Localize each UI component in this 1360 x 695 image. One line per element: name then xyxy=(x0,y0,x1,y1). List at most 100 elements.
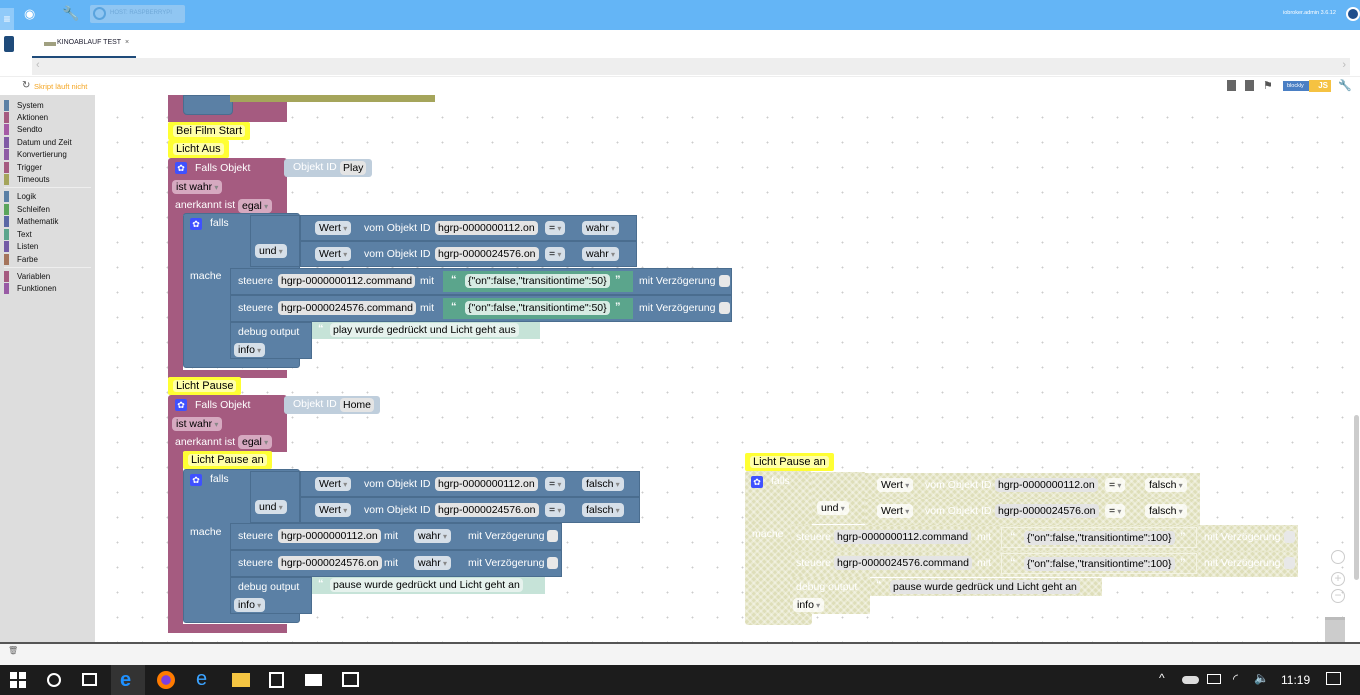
task-view-icon[interactable] xyxy=(82,673,97,686)
operator-dropdown[interactable]: = xyxy=(545,247,566,261)
operator-dropdown[interactable]: = xyxy=(545,477,566,491)
toolbox-system[interactable]: System xyxy=(4,100,44,112)
value-dropdown[interactable]: wahr xyxy=(414,556,452,570)
object-id-field[interactable]: hgrp-0000024576.on xyxy=(995,504,1099,518)
wert-dropdown[interactable]: Wert xyxy=(315,477,352,491)
js-mode[interactable]: JS xyxy=(1309,80,1331,92)
control-block[interactable]: steuere hgrp-0000000112.command mit “ {"… xyxy=(790,525,1298,551)
value-dropdown[interactable]: falsch xyxy=(582,503,624,517)
toolbox-logik[interactable]: Logik xyxy=(4,191,36,203)
eye-icon[interactable]: ◉ xyxy=(24,6,35,22)
toolbox-trigger[interactable]: Trigger xyxy=(4,162,42,174)
objekt-id-block[interactable]: Objekt ID Home xyxy=(284,396,380,414)
object-id-field[interactable]: hgrp-0000000112.command xyxy=(278,274,416,288)
object-id-field[interactable]: hgrp-0000000112.on xyxy=(435,221,538,235)
reload-icon[interactable]: ↻ xyxy=(22,80,30,91)
control-block[interactable]: steuere hgrp-0000000112.command mit “ {"… xyxy=(230,268,732,295)
ist-wahr-dropdown[interactable]: ist wahr xyxy=(172,180,223,194)
debug-block[interactable]: debug output info xyxy=(230,577,312,614)
text-block[interactable]: “ {"on":false,"transitiontime":100} ” xyxy=(1001,527,1197,548)
tab-close-button[interactable]: × xyxy=(125,39,129,46)
text-block[interactable]: “ pause wurde gedrück und Licht geht an xyxy=(870,578,1102,596)
delay-checkbox[interactable] xyxy=(719,275,730,287)
value-dropdown[interactable]: wahr xyxy=(414,529,452,543)
recenter-icon[interactable] xyxy=(1331,550,1345,564)
toolbox-variablen[interactable]: Variablen xyxy=(4,271,50,283)
delay-checkbox[interactable] xyxy=(1284,531,1295,543)
file-explorer-icon[interactable] xyxy=(232,673,250,687)
objekt-id-block[interactable]: Objekt ID Play xyxy=(284,159,372,177)
object-id-field[interactable]: hgrp-0000024576.on xyxy=(435,503,539,517)
delay-checkbox[interactable] xyxy=(719,302,730,314)
notification-icon[interactable] xyxy=(1326,672,1341,685)
and-block[interactable] xyxy=(250,215,300,267)
ist-wahr-dropdown[interactable]: ist wahr xyxy=(172,417,223,431)
object-id-field[interactable]: hgrp-0000000112.command xyxy=(834,530,972,544)
internet-explorer-icon[interactable]: e xyxy=(196,668,207,691)
text-field[interactable]: {"on":false,"transitiontime":50} xyxy=(465,301,610,315)
blockly-mode[interactable]: blockly xyxy=(1283,81,1309,91)
object-id-field[interactable]: hgrp-0000024576.command xyxy=(834,556,972,570)
text-block[interactable]: “ {"on":false,"transitiontime":50} ” xyxy=(443,271,633,292)
export-icon[interactable] xyxy=(1227,80,1236,91)
onedrive-icon[interactable] xyxy=(1182,676,1199,684)
debug-block[interactable]: debug output info xyxy=(230,322,312,359)
text-field[interactable]: {"on":false,"transitiontime":50} xyxy=(465,274,610,288)
photos-icon[interactable] xyxy=(342,672,359,687)
text-block[interactable]: “ play wurde gedrückt und Licht geht aus xyxy=(312,322,540,339)
scroll-left-icon[interactable]: ‹ xyxy=(36,59,40,71)
gear-icon[interactable]: ✿ xyxy=(751,476,763,488)
text-block[interactable]: “ pause wurde gedrückt und Licht geht an xyxy=(312,577,545,594)
value-dropdown[interactable]: falsch xyxy=(1145,478,1187,492)
scroll-right-icon[interactable]: › xyxy=(1342,59,1346,71)
operator-dropdown[interactable]: = xyxy=(1105,478,1126,492)
menu-icon[interactable]: ≡ xyxy=(0,8,14,30)
wifi-icon[interactable]: ◜ xyxy=(1233,671,1238,687)
toolbox-schleifen[interactable]: Schleifen xyxy=(4,204,50,216)
blockly-workspace[interactable]: Bei Film Start Licht Aus ✿ Falls Objekt … xyxy=(95,95,1360,642)
show-hidden-icons[interactable]: ^ xyxy=(1159,671,1165,685)
comment-licht-pause[interactable]: Licht Pause xyxy=(168,377,242,395)
log-level-dropdown[interactable]: info xyxy=(234,598,266,612)
toolbox-listen[interactable]: Listen xyxy=(4,241,38,253)
compare-block[interactable]: Wert vom Objekt ID hgrp-0000000112.on = … xyxy=(300,471,640,497)
anerkannt-dropdown[interactable]: egal xyxy=(238,435,273,449)
wert-dropdown[interactable]: Wert xyxy=(315,503,352,517)
delay-checkbox[interactable] xyxy=(547,530,558,542)
previous-timeout-block[interactable] xyxy=(230,95,435,102)
workspace-scrollbar[interactable] xyxy=(1354,415,1359,580)
objekt-id-field[interactable]: Home xyxy=(340,398,375,412)
zoom-in-icon[interactable]: + xyxy=(1331,572,1345,586)
compare-block[interactable]: Wert vom Objekt ID hgrp-0000024576.on = … xyxy=(865,499,1200,525)
text-field[interactable]: {"on":false,"transitiontime":100} xyxy=(1024,531,1175,545)
gear-icon[interactable]: ✿ xyxy=(190,474,202,486)
toolbox-farbe[interactable]: Farbe xyxy=(4,254,38,266)
object-id-field[interactable]: hgrp-0000000112.on xyxy=(278,529,381,543)
und-dropdown[interactable]: und xyxy=(255,244,287,258)
host-selector[interactable]: HOST: RASPBERRYPI xyxy=(90,5,185,23)
operator-dropdown[interactable]: = xyxy=(545,221,566,235)
import-icon[interactable] xyxy=(1245,80,1254,91)
text-field[interactable]: {"on":false,"transitiontime":100} xyxy=(1024,557,1175,571)
object-id-field[interactable]: hgrp-0000000112.on xyxy=(995,478,1098,492)
toolbox-aktionen[interactable]: Aktionen xyxy=(4,112,48,124)
comment-bei-film-start[interactable]: Bei Film Start xyxy=(168,122,251,140)
gear-icon[interactable]: ✿ xyxy=(175,162,187,174)
gear-icon[interactable]: ✿ xyxy=(175,399,187,411)
log-level-dropdown[interactable]: info xyxy=(793,598,825,612)
text-field[interactable]: pause wurde gedrück und Licht geht an xyxy=(890,580,1080,594)
wrench-icon[interactable]: 🔧 xyxy=(62,5,79,22)
toolbox-text[interactable]: Text xyxy=(4,229,32,241)
battery-icon[interactable] xyxy=(1207,674,1221,684)
control-block[interactable]: steuere hgrp-0000024576.on mit wahr mit … xyxy=(230,550,562,577)
wert-dropdown[interactable]: Wert xyxy=(877,478,914,492)
clock[interactable]: 11:19 xyxy=(1281,673,1310,687)
toolbox-timeouts[interactable]: Timeouts xyxy=(4,174,50,186)
value-dropdown[interactable]: wahr xyxy=(582,221,620,235)
operator-dropdown[interactable]: = xyxy=(545,503,566,517)
object-id-field[interactable]: hgrp-0000024576.on xyxy=(435,247,539,261)
firefox-icon[interactable] xyxy=(157,671,175,689)
tab-kinoablauf[interactable]: KINOABLAUF TEST × xyxy=(32,30,136,58)
compare-block[interactable]: Wert vom Objekt ID hgrp-0000000112.on = … xyxy=(300,215,637,241)
comment-licht-aus[interactable]: Licht Aus xyxy=(168,140,229,158)
